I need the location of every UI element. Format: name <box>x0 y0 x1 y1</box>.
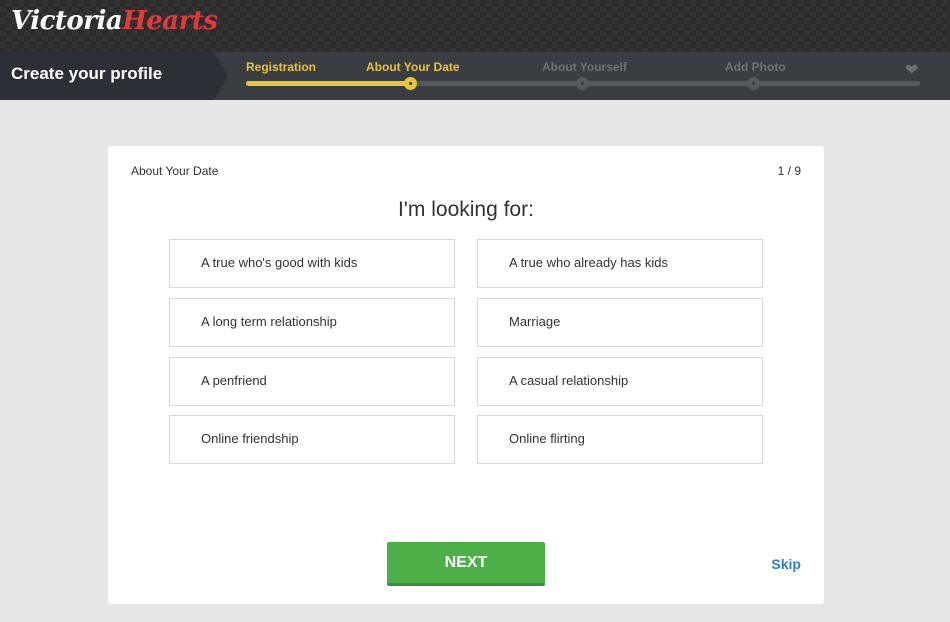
question-card: About Your Date 1 / 9 I'm looking for: A… <box>108 146 824 604</box>
question-title: I'm looking for: <box>398 198 534 221</box>
step-about-your-date: About Your Date <box>366 60 460 74</box>
progress-dot-about-yourself <box>576 77 589 90</box>
option-label: A penfriend <box>201 373 267 388</box>
logo-part-victoria: Victoria <box>11 6 123 36</box>
option-label: A true who's good with kids <box>201 255 358 270</box>
option-label: Marriage <box>509 314 561 329</box>
progress-bar: Create your profile Registration About Y… <box>0 52 950 100</box>
option-label: A true who already has kids <box>509 255 668 270</box>
logo-part-hearts: Hearts <box>122 6 218 36</box>
option-marriage[interactable]: Marriage <box>477 298 763 347</box>
progress-dot-add-photo <box>747 77 760 90</box>
option-online-friendship[interactable]: Online friendship <box>169 415 455 464</box>
option-good-with-kids[interactable]: A true who's good with kids <box>169 239 455 288</box>
top-header: VictoriaHearts <box>0 0 950 52</box>
step-about-yourself: About Yourself <box>542 60 627 74</box>
page-title: Create your profile <box>11 64 163 83</box>
option-label: Online friendship <box>201 431 299 446</box>
skip-link[interactable]: Skip <box>771 556 801 572</box>
site-logo[interactable]: VictoriaHearts <box>11 6 218 36</box>
progress-fill <box>246 81 410 86</box>
profile-title-arrow <box>214 52 228 100</box>
heart-icon: ❤ <box>905 60 919 79</box>
option-label: A long term relationship <box>201 314 337 329</box>
progress-dot-current <box>404 77 417 90</box>
option-casual-relationship[interactable]: A casual relationship <box>477 357 763 406</box>
step-add-photo: Add Photo <box>725 60 786 74</box>
section-label: About Your Date <box>131 164 219 178</box>
option-label: Online flirting <box>509 431 585 446</box>
option-penfriend[interactable]: A penfriend <box>169 357 455 406</box>
option-long-term-relationship[interactable]: A long term relationship <box>169 298 455 347</box>
option-label: A casual relationship <box>509 373 629 388</box>
step-registration: Registration <box>246 60 317 74</box>
option-online-flirting[interactable]: Online flirting <box>477 415 763 464</box>
option-already-has-kids[interactable]: A true who already has kids <box>477 239 763 288</box>
question-counter: 1 / 9 <box>777 164 801 178</box>
next-button[interactable]: NEXT <box>387 542 545 586</box>
